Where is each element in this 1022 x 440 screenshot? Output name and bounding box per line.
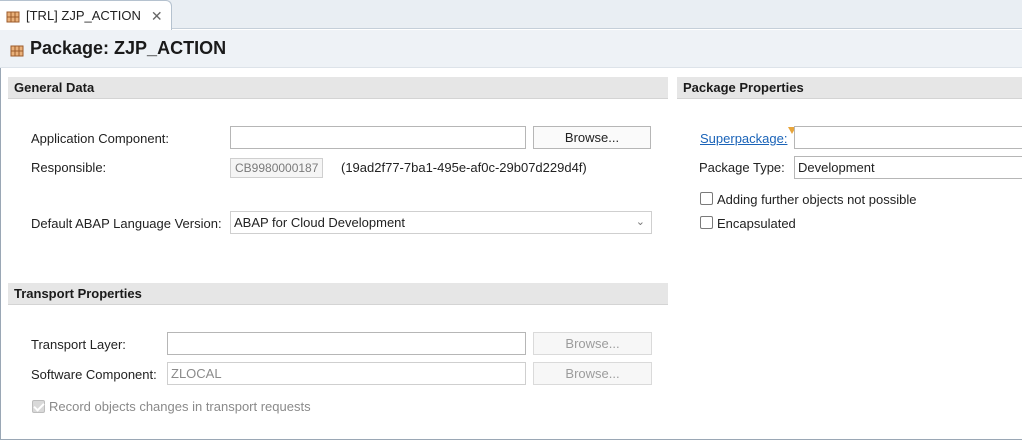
responsible-user-field: CB9980000187 — [230, 158, 324, 178]
page-title: Package: ZJP_ACTION — [30, 38, 227, 58]
section-transport-properties: Transport Properties — [8, 283, 668, 305]
abap-version-label: Default ABAP Language Version: — [31, 216, 222, 231]
package-icon — [10, 43, 24, 57]
no-further-objects-label: Adding further objects not possible — [717, 192, 917, 207]
tab-label: [TRL] ZJP_ACTION — [26, 8, 141, 23]
transport-layer-browse-button[interactable]: Browse... — [533, 332, 652, 355]
encapsulated-checkbox[interactable] — [700, 216, 713, 229]
application-component-input[interactable] — [230, 126, 526, 149]
superpackage-link[interactable]: Superpackage: — [700, 131, 787, 146]
transport-layer-input[interactable] — [167, 332, 526, 355]
abap-version-select[interactable]: ABAP for Cloud Development ⌄ — [230, 211, 652, 234]
section-package-properties: Package Properties — [677, 77, 1022, 99]
tab-package-editor[interactable]: [TRL] ZJP_ACTION ✕ — [0, 0, 172, 30]
record-changes-checkbox[interactable] — [32, 400, 45, 413]
editor-tab-bar: [TRL] ZJP_ACTION ✕ — [0, 0, 1022, 30]
record-changes-label: Record objects changes in transport requ… — [49, 399, 311, 414]
transport-layer-label: Transport Layer: — [31, 337, 126, 352]
package-type-field[interactable]: Development — [794, 156, 1022, 179]
software-component-browse-button[interactable]: Browse... — [533, 362, 652, 385]
package-icon — [6, 9, 20, 23]
close-icon[interactable]: ✕ — [151, 9, 163, 23]
responsible-user-id: (19ad2f77-7ba1-495e-af0c-29b07d229d4f) — [341, 160, 587, 175]
abap-version-value: ABAP for Cloud Development — [234, 215, 406, 230]
superpackage-input[interactable] — [794, 126, 1022, 149]
encapsulated-label: Encapsulated — [717, 216, 796, 231]
editor-header: Package: ZJP_ACTION — [0, 30, 1022, 68]
no-further-objects-checkbox[interactable] — [700, 192, 713, 205]
application-component-label: Application Component: — [31, 131, 170, 146]
software-component-label: Software Component: — [31, 367, 157, 382]
software-component-input[interactable]: ZLOCAL — [167, 362, 526, 385]
section-general-data: General Data — [8, 77, 668, 99]
application-component-browse-button[interactable]: Browse... — [533, 126, 651, 149]
responsible-label: Responsible: — [31, 160, 107, 175]
chevron-down-icon: ⌄ — [635, 216, 645, 228]
package-type-label: Package Type: — [699, 160, 785, 175]
